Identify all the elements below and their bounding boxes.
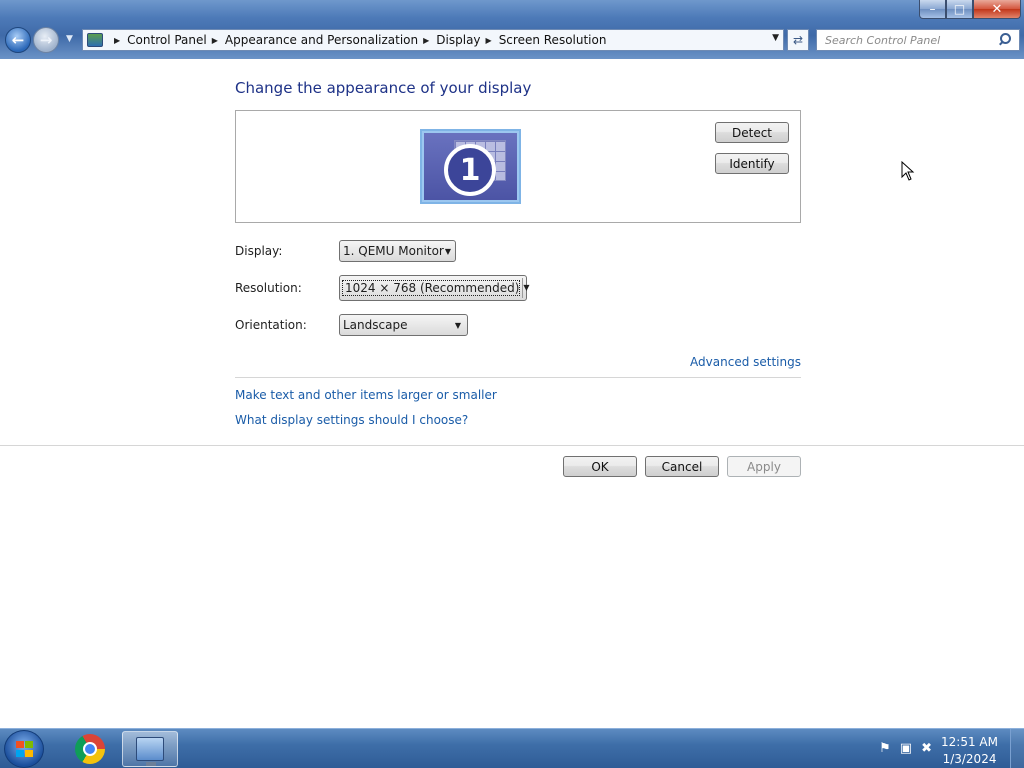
clock-time: 12:51 AM: [941, 735, 998, 749]
window-controls: – □ ✕: [919, 0, 1021, 19]
content-area: Change the appearance of your display 1 …: [0, 59, 1024, 728]
resolution-select[interactable]: 1024 × 768 (Recommended) ▼: [339, 275, 530, 301]
network-icon[interactable]: ▣: [900, 741, 912, 756]
start-button[interactable]: [4, 730, 44, 768]
divider: [0, 445, 1024, 446]
show-desktop-button[interactable]: [1010, 729, 1024, 768]
action-center-flag-icon[interactable]: ⚑: [879, 741, 891, 756]
chrome-icon: [75, 734, 105, 764]
minimize-button[interactable]: –: [919, 0, 946, 19]
breadcrumb-display[interactable]: Display: [436, 33, 480, 47]
volume-muted-icon[interactable]: ✖: [921, 741, 932, 756]
system-tray: ⚑ ▣ ✖: [879, 741, 932, 756]
advanced-settings-link[interactable]: Advanced settings: [690, 355, 801, 369]
chevron-right-icon[interactable]: ▶: [486, 36, 492, 45]
display-select[interactable]: 1. QEMU Monitor ▼: [339, 240, 456, 262]
apply-button[interactable]: Apply: [727, 456, 801, 477]
monitor-1-preview[interactable]: 1: [420, 129, 521, 204]
chevron-down-icon: ▼: [444, 246, 451, 256]
refresh-icon: ⇄: [792, 33, 804, 47]
window-titlebar: – □ ✕ ← → ▼ ▶ Control Panel ▶ Appearance…: [0, 0, 1024, 59]
search-box[interactable]: [816, 29, 1020, 51]
close-button[interactable]: ✕: [973, 0, 1021, 19]
breadcrumb-control-panel[interactable]: Control Panel: [127, 33, 207, 47]
maximize-icon: □: [953, 2, 966, 16]
breadcrumb-appearance[interactable]: Appearance and Personalization: [225, 33, 418, 47]
refresh-button[interactable]: ⇄: [787, 29, 809, 51]
search-input[interactable]: [817, 30, 997, 50]
monitor-number: 1: [444, 144, 496, 196]
chevron-right-icon[interactable]: ▶: [212, 36, 218, 45]
display-label: Display:: [235, 244, 283, 258]
chevron-down-icon: ▼: [454, 320, 462, 330]
maximize-button[interactable]: □: [946, 0, 973, 19]
breadcrumb-screen-resolution[interactable]: Screen Resolution: [499, 33, 607, 47]
orientation-select[interactable]: Landscape ▼: [339, 314, 468, 336]
chevron-right-icon[interactable]: ▶: [423, 36, 429, 45]
identify-button[interactable]: Identify: [715, 153, 789, 174]
divider: [235, 377, 801, 378]
recent-pages-dropdown[interactable]: ▼: [66, 34, 73, 44]
display-settings-icon: [136, 737, 164, 766]
detect-button[interactable]: Detect: [715, 122, 789, 143]
cancel-button[interactable]: Cancel: [645, 456, 719, 477]
resolution-select-value: 1024 × 768 (Recommended): [342, 280, 521, 296]
minimize-icon: –: [929, 2, 936, 16]
forward-arrow-icon: →: [39, 31, 53, 49]
clock-date: 1/3/2024: [942, 752, 997, 766]
search-icon[interactable]: [997, 32, 1013, 48]
address-bar[interactable]: ▶ Control Panel ▶ Appearance and Persona…: [82, 29, 784, 51]
page-title: Change the appearance of your display: [235, 79, 532, 97]
mouse-cursor-icon: [901, 161, 915, 181]
back-button[interactable]: ←: [5, 27, 31, 53]
orientation-label: Orientation:: [235, 318, 307, 332]
clock[interactable]: 12:51 AM 1/3/2024: [941, 734, 998, 768]
taskbar: ⚑ ▣ ✖ 12:51 AM 1/3/2024: [0, 728, 1024, 768]
back-arrow-icon: ←: [11, 31, 25, 49]
windows-logo-icon: [16, 741, 34, 758]
orientation-select-value: Landscape: [343, 318, 408, 332]
close-icon: ✕: [991, 1, 1003, 17]
taskbar-chrome[interactable]: [62, 731, 118, 767]
control-panel-icon: [87, 33, 103, 47]
chevron-down-icon: ▼: [522, 278, 530, 298]
address-dropdown-icon[interactable]: ▼: [772, 33, 779, 43]
resolution-label: Resolution:: [235, 281, 302, 295]
display-preview-panel: 1 Detect Identify: [235, 110, 801, 223]
chevron-right-icon[interactable]: ▶: [114, 36, 120, 45]
display-select-value: 1. QEMU Monitor: [343, 244, 444, 258]
forward-button[interactable]: →: [33, 27, 59, 53]
display-help-link[interactable]: What display settings should I choose?: [235, 413, 468, 427]
taskbar-screen-resolution[interactable]: [122, 731, 178, 767]
text-size-link[interactable]: Make text and other items larger or smal…: [235, 388, 497, 402]
ok-button[interactable]: OK: [563, 456, 637, 477]
